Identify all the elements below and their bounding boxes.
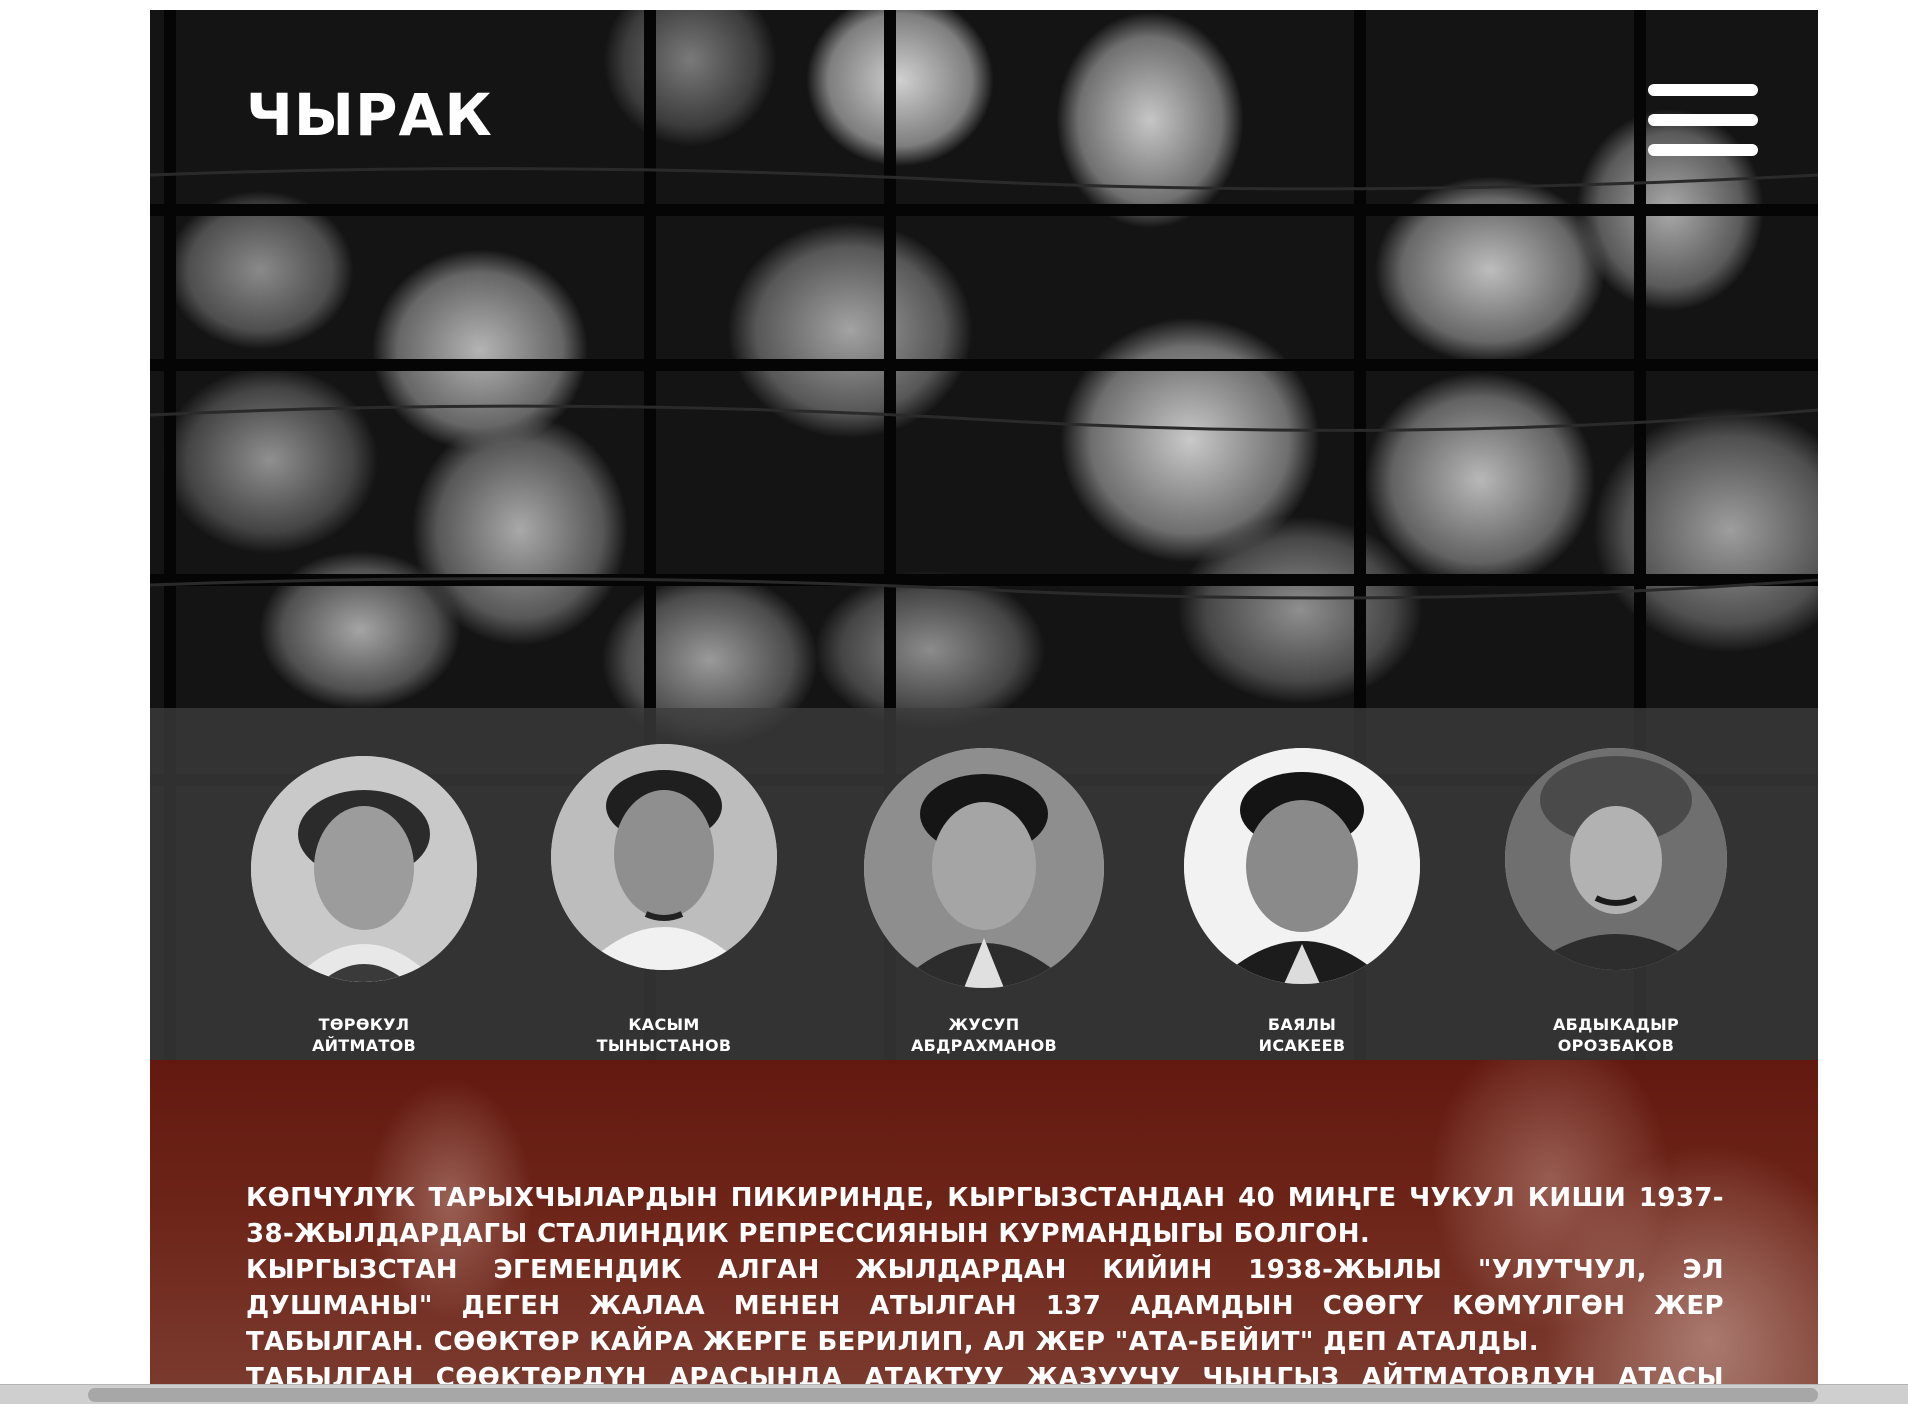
menu-bar-top [1648, 84, 1758, 96]
portraits-band: ТӨРӨКУЛ АЙТМАТОВ КАСЫМ ТЫНЫСТАНОВ ЖУСУП … [150, 708, 1818, 1060]
person-first-name: АБДЫКАДЫР [1552, 1015, 1680, 1034]
person-name: БАЯЛЫ ИСАКЕЕВ [1182, 1014, 1422, 1056]
person-last-name: ОРОЗБАКОВ [1557, 1036, 1675, 1055]
horizontal-scrollbar[interactable] [0, 1384, 1908, 1404]
person-name: АБДЫКАДЫР ОРОЗБАКОВ [1496, 1014, 1736, 1056]
person-card[interactable]: КАСЫМ ТЫНЫСТАНОВ [544, 708, 784, 1060]
person-card[interactable]: АБДЫКАДЫР ОРОЗБАКОВ [1496, 708, 1736, 1060]
portrait-photo [551, 744, 777, 970]
person-name: КАСЫМ ТЫНЫСТАНОВ [544, 1014, 784, 1056]
story-paragraph: КӨПЧҮЛҮК ТАРЫХЧЫЛАРДЫН ПИКИРИНДЕ, КЫРГЫЗ… [246, 1183, 1724, 1249]
person-card[interactable]: ЖУСУП АБДРАХМАНОВ [864, 708, 1104, 1060]
person-last-name: ИСАКЕЕВ [1258, 1036, 1346, 1055]
person-last-name: АБДРАХМАНОВ [910, 1036, 1058, 1055]
page: ЧЫРАК ТӨРӨКУЛ АЙТМАТОВ КАСЫМ ТЫНЫСТАНОВ … [0, 0, 1908, 1404]
person-name: ТӨРӨКУЛ АЙТМАТОВ [244, 1014, 484, 1056]
portrait-photo [864, 748, 1104, 988]
story-section: КӨПЧҮЛҮК ТАРЫХЧЫЛАРДЫН ПИКИРИНДЕ, КЫРГЫЗ… [150, 1060, 1818, 1384]
person-first-name: БАЯЛЫ [1267, 1015, 1337, 1034]
person-first-name: ЖУСУП [948, 1015, 1020, 1034]
story-paragraph: ТАБЫЛГАН СӨӨКТӨРДҮН АРАСЫНДА АТАКТУУ ЖАЗ… [246, 1363, 1724, 1384]
story-text: КӨПЧҮЛҮК ТАРЫХЧЫЛАРДЫН ПИКИРИНДЕ, КЫРГЫЗ… [246, 1180, 1724, 1384]
site-frame: ЧЫРАК ТӨРӨКУЛ АЙТМАТОВ КАСЫМ ТЫНЫСТАНОВ … [150, 10, 1818, 1384]
site-logo[interactable]: ЧЫРАК [246, 86, 493, 144]
person-last-name: ТЫНЫСТАНОВ [596, 1036, 732, 1055]
scrollbar-thumb[interactable] [88, 1388, 1818, 1402]
portrait-photo [1184, 748, 1420, 984]
person-first-name: КАСЫМ [628, 1015, 700, 1034]
hamburger-menu-icon[interactable] [1648, 80, 1760, 164]
person-first-name: ТӨРӨКУЛ [318, 1015, 410, 1034]
portrait-photo [1505, 748, 1727, 970]
person-last-name: АЙТМАТОВ [311, 1036, 417, 1055]
person-card[interactable]: ТӨРӨКУЛ АЙТМАТОВ [244, 708, 484, 1060]
person-name: ЖУСУП АБДРАХМАНОВ [864, 1014, 1104, 1056]
menu-bar-bottom [1648, 144, 1758, 156]
story-paragraph: КЫРГЫЗСТАН ЭГЕМЕНДИК АЛГАН ЖЫЛДАРДАН КИЙ… [246, 1255, 1724, 1357]
person-card[interactable]: БАЯЛЫ ИСАКЕЕВ [1182, 708, 1422, 1060]
portrait-photo [251, 756, 477, 982]
hero-stone-faces-image: ЧЫРАК ТӨРӨКУЛ АЙТМАТОВ КАСЫМ ТЫНЫСТАНОВ … [150, 10, 1818, 1060]
menu-bar-middle [1648, 114, 1758, 126]
